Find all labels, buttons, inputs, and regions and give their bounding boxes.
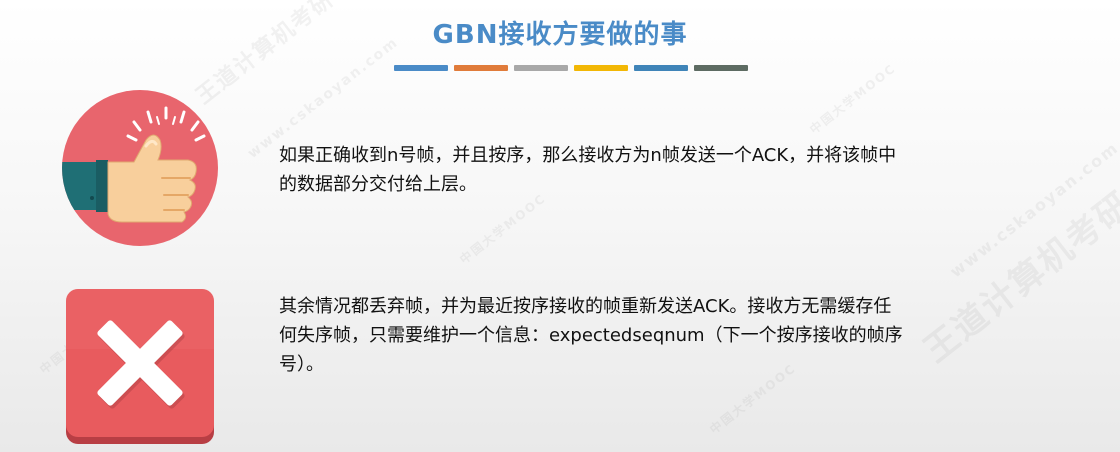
divider-bar [694,65,748,71]
divider-bar [514,65,568,71]
accept-rule-text: 如果正确收到n号帧，并且按序，那么接收方为n帧发送一个ACK，并将该帧中 的数据… [279,141,896,199]
text-line: 何失序帧，只需要维护一个信息：expectedseqnum（下一个按序接收的帧序 [279,325,903,346]
thumbs-up-icon [62,90,218,246]
title-divider [394,65,748,71]
cross-icon [66,289,214,437]
discard-rule-text: 其余情况都丢弃帧，并为最近按序接收的帧重新发送ACK。接收方无需缓存任 何失序帧… [279,292,903,379]
divider-bar [574,65,628,71]
watermark: www.cskaoyan.com [946,137,1120,282]
text-line: 如果正确收到n号帧，并且按序，那么接收方为n帧发送一个ACK，并将该帧中 [279,145,897,166]
text-line: 其余情况都丢弃帧，并为最近按序接收的帧重新发送ACK。接收方无需缓存任 [279,296,892,317]
watermark: 中国大学MOOC [807,61,899,137]
page-title: GBN接收方要做的事 [432,20,688,50]
text-line: 的数据部分交付给上层。 [279,174,477,195]
thumbs-up-graphic [62,106,206,223]
text-line: 号）。 [279,354,324,375]
cross-graphic [66,289,214,409]
divider-bar [454,65,508,71]
divider-bar [394,65,448,71]
divider-bar [634,65,688,71]
watermark: 中国大学MOOC [457,191,549,267]
watermark: 王道计算机考研 [916,183,1120,371]
